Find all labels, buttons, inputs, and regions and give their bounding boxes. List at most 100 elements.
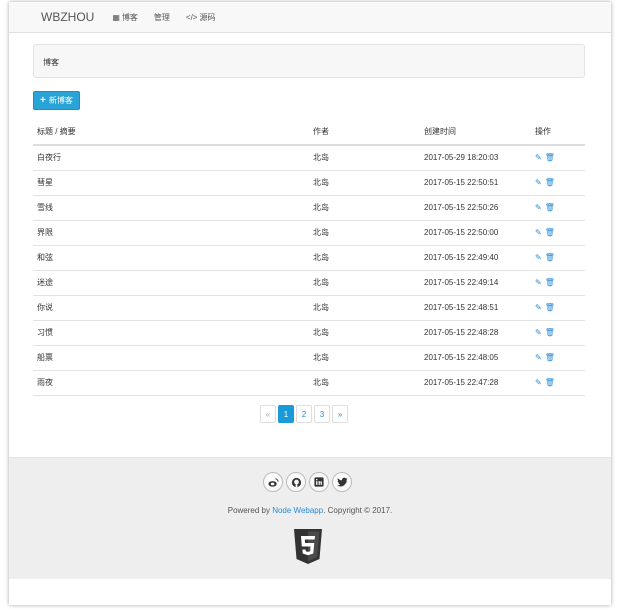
post-actions: ✎ 🗑 [531,295,585,321]
next-page-button[interactable]: » [332,405,348,423]
social-links [263,472,352,492]
post-actions: ✎ 🗑 [531,170,585,196]
actions-group: ✎ 🗑 [535,253,585,262]
edit-icon[interactable]: ✎ [535,303,542,312]
github-link[interactable] [286,472,306,492]
post-author-link[interactable]: 北岛 [309,370,420,396]
post-created-time: 2017-05-15 22:49:14 [420,270,531,296]
actions-group: ✎ 🗑 [535,278,585,287]
post-title-link[interactable]: 你说 [33,295,309,321]
plus-icon: + [40,95,46,106]
twitter-icon [336,477,348,487]
post-actions: ✎ 🗑 [531,320,585,346]
delete-icon[interactable]: 🗑 [545,178,555,187]
post-actions: ✎ 🗑 [531,245,585,271]
code-icon: </> [185,12,198,22]
header-actions: 操作 [531,119,585,146]
post-author-link[interactable]: 北岛 [309,345,420,371]
post-author-link[interactable]: 北岛 [309,270,420,296]
post-actions: ✎ 🗑 [531,195,585,221]
post-author-link[interactable]: 北岛 [309,170,420,196]
actions-group: ✎ 🗑 [535,378,585,387]
delete-icon[interactable]: 🗑 [545,328,555,337]
delete-icon[interactable]: 🗑 [545,153,555,162]
table-header-row: 标题 / 摘要 作者 创建时间 操作 [33,119,585,146]
post-title-link[interactable]: 习惯 [33,320,309,346]
page-button-3[interactable]: 3 [314,405,330,423]
twitter-link[interactable] [332,472,352,492]
post-created-time: 2017-05-15 22:47:28 [420,370,531,396]
book-icon: ▦ [112,12,120,22]
page-button-1[interactable]: 1 [278,405,294,423]
github-icon [291,477,301,487]
post-author-link[interactable]: 北岛 [309,295,420,321]
post-created-time: 2017-05-15 22:50:00 [420,220,531,246]
delete-icon[interactable]: 🗑 [545,278,555,287]
nav-item-source[interactable]: </> 源码 [186,12,216,23]
table-row: 雨夜 北岛 2017-05-15 22:47:28 ✎ 🗑 [33,370,585,396]
post-title-link[interactable]: 和弦 [33,245,309,271]
nav-item-label: 博客 [121,12,138,22]
post-title-link[interactable]: 界限 [33,220,309,246]
post-author-link[interactable]: 北岛 [309,245,420,271]
powered-by-text: Powered by Node Webapp. Copyright © 2017… [9,506,611,515]
actions-group: ✎ 🗑 [535,303,585,312]
table-row: 界限 北岛 2017-05-15 22:50:00 ✎ 🗑 [33,220,585,246]
brand-logo[interactable]: WBZHOU [41,10,94,24]
prev-page-button[interactable]: « [260,405,276,423]
table-row: 雪线 北岛 2017-05-15 22:50:26 ✎ 🗑 [33,195,585,221]
edit-icon[interactable]: ✎ [535,203,542,212]
actions-group: ✎ 🗑 [535,353,585,362]
node-webapp-link[interactable]: Node Webapp [272,506,323,515]
actions-group: ✎ 🗑 [535,178,585,187]
edit-icon[interactable]: ✎ [535,153,542,162]
nav-item-blog[interactable]: ▦ 博客 [112,12,138,23]
post-author-link[interactable]: 北岛 [309,145,420,171]
post-author-link[interactable]: 北岛 [309,195,420,221]
table-row: 习惯 北岛 2017-05-15 22:48:28 ✎ 🗑 [33,320,585,346]
post-author-link[interactable]: 北岛 [309,320,420,346]
edit-icon[interactable]: ✎ [535,228,542,237]
delete-icon[interactable]: 🗑 [545,303,555,312]
new-blog-button[interactable]: + 新博客 [33,91,80,110]
html5-icon [294,529,322,564]
table-row: 白夜行 北岛 2017-05-29 18:20:03 ✎ 🗑 [33,145,585,171]
post-author-link[interactable]: 北岛 [309,220,420,246]
post-title-link[interactable]: 雪线 [33,195,309,221]
header-author: 作者 [309,119,420,146]
edit-icon[interactable]: ✎ [535,353,542,362]
weibo-icon [267,477,279,487]
actions-group: ✎ 🗑 [535,203,585,212]
actions-group: ✎ 🗑 [535,228,585,237]
delete-icon[interactable]: 🗑 [545,228,555,237]
weibo-link[interactable] [263,472,283,492]
linkedin-link[interactable] [309,472,329,492]
page-title-panel: 博客 [33,44,585,78]
delete-icon[interactable]: 🗑 [545,253,555,262]
post-title-link[interactable]: 船票 [33,345,309,371]
edit-icon[interactable]: ✎ [535,253,542,262]
nav-item-label: 源码 [199,12,216,22]
nav-item-admin[interactable]: 管理 [154,12,170,23]
post-title-link[interactable]: 彗星 [33,170,309,196]
table-row: 船票 北岛 2017-05-15 22:48:05 ✎ 🗑 [33,345,585,371]
post-title-link[interactable]: 雨夜 [33,370,309,396]
post-title-link[interactable]: 迷途 [33,270,309,296]
delete-icon[interactable]: 🗑 [545,378,555,387]
table-row: 迷途 北岛 2017-05-15 22:49:14 ✎ 🗑 [33,270,585,296]
page-button-2[interactable]: 2 [296,405,312,423]
nav-item-label: 管理 [153,12,170,22]
post-actions: ✎ 🗑 [531,370,585,396]
edit-icon[interactable]: ✎ [535,378,542,387]
post-title-link[interactable]: 白夜行 [33,145,309,171]
post-created-time: 2017-05-15 22:48:51 [420,295,531,321]
delete-icon[interactable]: 🗑 [545,203,555,212]
post-created-time: 2017-05-29 18:20:03 [420,145,531,171]
app-window: WBZHOU ▦ 博客 管理 </> 源码 博客 + 新博客 标题 / 摘要 作… [9,2,611,605]
delete-icon[interactable]: 🗑 [545,353,555,362]
pagination: « 1 2 3 » [260,405,348,423]
edit-icon[interactable]: ✎ [535,278,542,287]
linkedin-icon [314,477,324,487]
edit-icon[interactable]: ✎ [535,178,542,187]
edit-icon[interactable]: ✎ [535,328,542,337]
